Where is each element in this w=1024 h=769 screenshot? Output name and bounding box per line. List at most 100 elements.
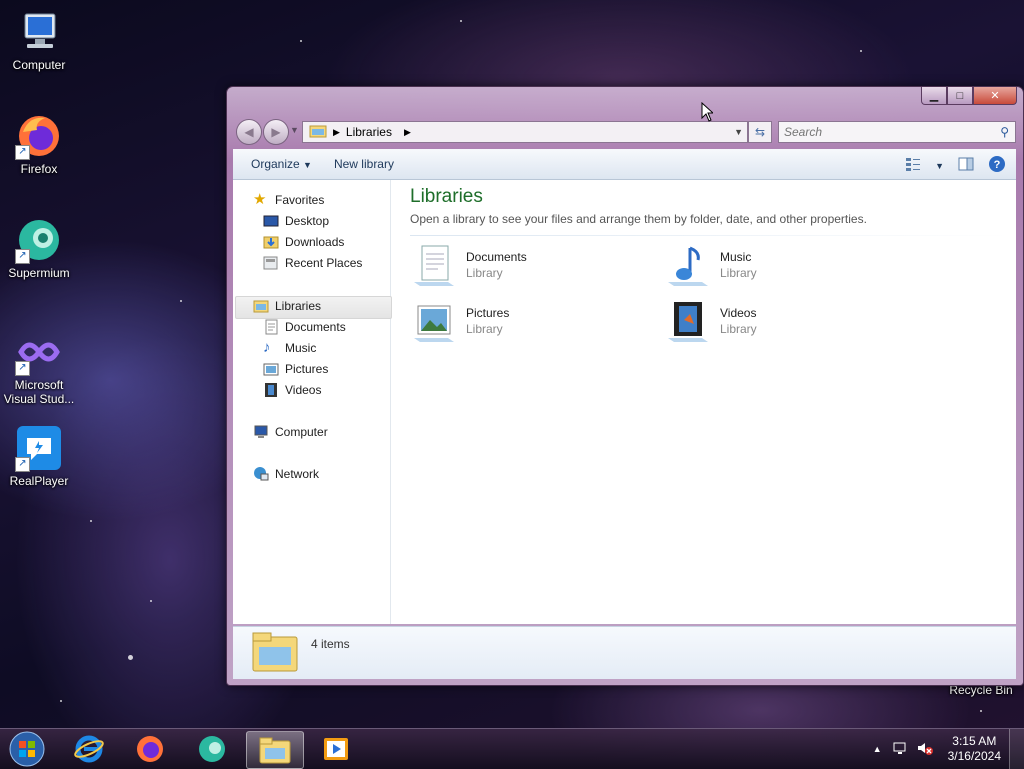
explorer-window[interactable]: ▁ □ ✕ ◀ ▶ ▼ ▶ Libraries ▶ ▼ ⇆ ⚲ Organize…	[226, 86, 1024, 686]
desktop-icon-label: Supermium	[8, 266, 70, 280]
back-button[interactable]: ◀	[236, 119, 262, 145]
show-desktop-button[interactable]	[1009, 729, 1024, 769]
page-title: Libraries	[410, 186, 483, 207]
pictures-library-icon	[410, 298, 458, 346]
nav-computer[interactable]: Computer	[253, 422, 328, 442]
nav-recent-places[interactable]: Recent Places	[263, 253, 362, 273]
nav-favorites[interactable]: ★ Favorites	[253, 190, 324, 210]
show-hidden-icons-button[interactable]: ▲	[873, 744, 882, 754]
supermium-icon: ↗	[15, 216, 63, 264]
close-button[interactable]: ✕	[973, 87, 1017, 105]
realplayer-icon: ↗	[15, 424, 63, 472]
library-item-pictures[interactable]: Pictures Library	[410, 298, 509, 346]
library-type: Library	[466, 322, 503, 336]
preview-pane-button[interactable]	[958, 157, 974, 174]
desktop-icon-supermium[interactable]: ↗ Supermium	[1, 216, 77, 280]
content-area: ★ Favorites Desktop Downloads Recent Pla…	[233, 180, 1016, 624]
desktop-icon-visual-studio[interactable]: ↗ Microsoft Visual Stud...	[1, 328, 77, 406]
maximize-button[interactable]: □	[947, 87, 973, 105]
clock-time: 3:15 AM	[952, 734, 997, 748]
organize-button[interactable]: Organize ▼	[245, 154, 318, 174]
library-type: Library	[720, 322, 757, 336]
nav-network[interactable]: Network	[253, 464, 319, 484]
details-pane: 4 items	[233, 626, 1016, 679]
desktop-icon-label: Firefox	[20, 162, 58, 176]
nav-desktop[interactable]: Desktop	[263, 211, 329, 231]
new-library-button[interactable]: New library	[328, 154, 400, 174]
minimize-button[interactable]: ▁	[921, 87, 947, 105]
desktop-icon-computer[interactable]: Computer	[1, 8, 77, 72]
taskbar-supermium[interactable]	[184, 731, 240, 767]
shortcut-arrow-icon: ↗	[15, 457, 30, 472]
command-bar: Organize ▼ New library ▼ ?	[233, 149, 1016, 180]
nav-music[interactable]: ♪ Music	[263, 338, 316, 358]
folder-icon	[259, 737, 291, 764]
forward-arrow-icon: ▶	[271, 125, 281, 139]
refresh-icon: ⇆	[754, 125, 766, 139]
back-arrow-icon: ◀	[244, 125, 254, 139]
shortcut-arrow-icon: ↗	[15, 361, 30, 376]
volume-muted-icon[interactable]	[916, 740, 934, 759]
clock-date: 3/16/2024	[947, 749, 1001, 763]
refresh-button[interactable]: ⇆	[748, 121, 772, 143]
page-subtitle: Open a library to see your files and arr…	[410, 212, 867, 226]
search-box[interactable]: ⚲	[778, 121, 1016, 143]
computer-icon	[15, 8, 63, 56]
window-controls: ▁ □ ✕	[921, 87, 1017, 105]
supermium-icon	[199, 736, 225, 762]
start-button[interactable]	[0, 731, 54, 767]
taskbar: ▲ 3:15 AM 3/16/2024	[0, 728, 1024, 769]
computer-icon	[253, 424, 269, 440]
nav-pictures[interactable]: Pictures	[263, 359, 328, 379]
recent-pages-dropdown[interactable]: ▼	[290, 125, 299, 135]
network-status-icon[interactable]	[892, 740, 908, 759]
documents-icon	[263, 319, 279, 335]
library-item-documents[interactable]: Documents Library	[410, 242, 527, 290]
recent-places-icon	[263, 255, 279, 271]
navigation-pane: ★ Favorites Desktop Downloads Recent Pla…	[233, 180, 392, 624]
nav-downloads[interactable]: Downloads	[263, 232, 344, 252]
desktop-icon-label: Computer	[12, 58, 66, 72]
view-icon	[906, 158, 921, 171]
forward-button[interactable]: ▶	[263, 119, 289, 145]
taskbar-windows-explorer[interactable]	[246, 731, 304, 769]
breadcrumb-separator-icon[interactable]: ▶	[404, 127, 411, 138]
help-icon: ?	[989, 156, 1005, 172]
taskbar-internet-explorer[interactable]	[61, 731, 117, 767]
visual-studio-icon: ↗	[15, 328, 63, 376]
clock[interactable]: 3:15 AM 3/16/2024	[948, 734, 1001, 764]
breadcrumb-libraries[interactable]: Libraries	[346, 125, 392, 139]
help-button[interactable]: ?	[988, 155, 1006, 176]
documents-library-icon	[410, 242, 458, 290]
shortcut-arrow-icon: ↗	[15, 249, 30, 264]
music-note-icon: ♪	[263, 339, 271, 356]
library-item-videos[interactable]: Videos Library	[664, 298, 757, 346]
taskbar-firefox[interactable]	[122, 731, 178, 767]
view-options-dropdown-icon[interactable]: ▼	[935, 161, 944, 171]
media-player-icon	[324, 738, 348, 760]
search-input[interactable]	[782, 124, 986, 140]
nav-videos[interactable]: Videos	[263, 380, 321, 400]
desktop-icon-firefox[interactable]: ↗ Firefox	[1, 112, 77, 176]
address-bar[interactable]: ▶ Libraries ▶ ▼	[302, 121, 748, 143]
library-name: Music	[720, 250, 752, 264]
nav-documents[interactable]: Documents	[263, 317, 346, 337]
nav-libraries[interactable]: Libraries	[253, 296, 321, 316]
libraries-folder-icon	[309, 124, 327, 141]
divider	[410, 235, 1010, 236]
chevron-down-icon: ▼	[303, 160, 312, 170]
search-icon[interactable]: ⚲	[1000, 125, 1009, 139]
videos-icon	[263, 382, 279, 398]
item-count: 4 items	[311, 637, 350, 651]
desktop-icon	[263, 213, 279, 229]
desktop-icon-realplayer[interactable]: ↗ RealPlayer	[1, 424, 77, 488]
svg-text:?: ?	[994, 159, 1001, 171]
preview-pane-icon	[958, 157, 974, 171]
system-tray: ▲ 3:15 AM 3/16/2024	[873, 729, 1024, 769]
change-view-button[interactable]	[905, 157, 921, 174]
library-item-music[interactable]: Music Library	[664, 242, 757, 290]
taskbar-media-player[interactable]	[308, 731, 364, 767]
library-name: Documents	[466, 250, 527, 264]
libraries-icon	[253, 298, 269, 314]
address-dropdown-icon[interactable]: ▼	[734, 127, 743, 137]
